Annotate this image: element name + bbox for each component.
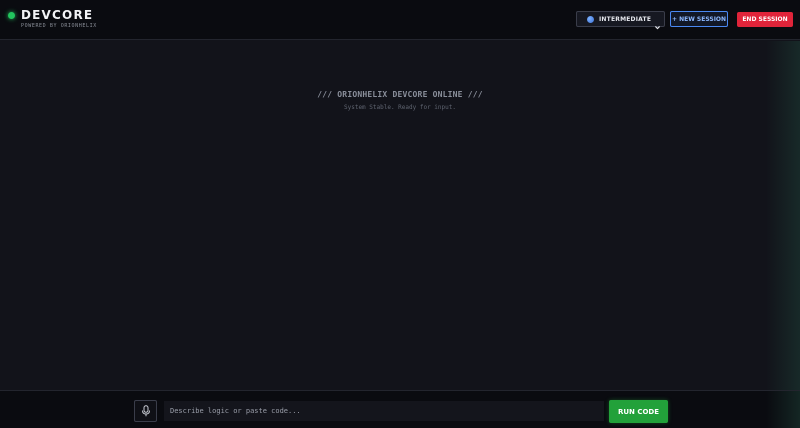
status-dot-icon <box>8 12 15 19</box>
edge-glow-footer <box>766 391 800 428</box>
status-title: /// ORIONHELIX DEVCORE ONLINE /// <box>317 90 483 99</box>
edge-glow <box>766 41 800 390</box>
brand-title: DEVCORE <box>21 8 94 22</box>
level-select-value: INTERMEDIATE <box>599 15 652 23</box>
level-select[interactable]: INTERMEDIATE <box>576 11 665 30</box>
status-subtitle: System Stable. Ready for input. <box>344 104 456 111</box>
globe-icon <box>587 15 594 23</box>
app-header: DEVCORE POWERED BY ORIONHELIX INTERMEDIA… <box>0 0 800 40</box>
chevron-down-icon <box>654 16 661 35</box>
end-session-button[interactable]: END SESSION <box>737 12 793 27</box>
output-panel: /// ORIONHELIX DEVCORE ONLINE /// System… <box>0 41 800 390</box>
input-bar: RUN CODE <box>0 390 800 428</box>
microphone-icon <box>141 402 151 421</box>
microphone-button[interactable] <box>134 400 157 422</box>
run-code-button[interactable]: RUN CODE <box>609 400 668 423</box>
brand-subtitle: POWERED BY ORIONHELIX <box>21 23 97 29</box>
new-session-button[interactable]: + NEW SESSION <box>670 11 728 27</box>
prompt-input[interactable] <box>164 401 604 421</box>
